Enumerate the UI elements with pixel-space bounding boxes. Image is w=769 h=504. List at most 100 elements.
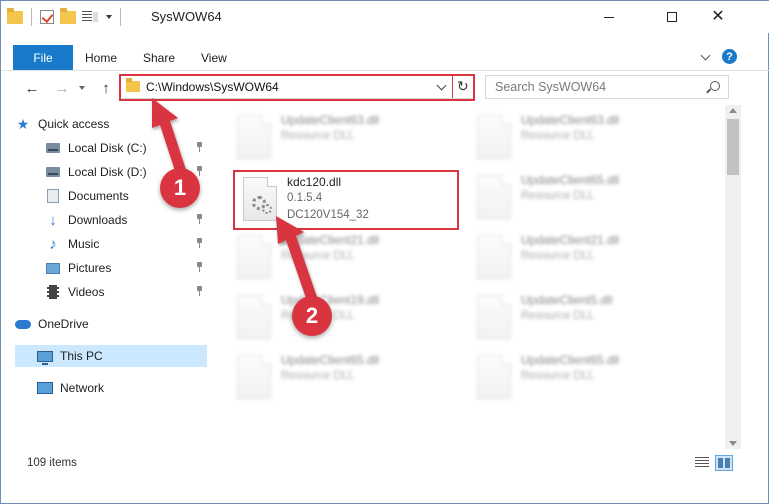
sidebar-item-label: Local Disk (C:) [68, 141, 147, 155]
music-icon: ♪ [49, 235, 57, 253]
scroll-down-arrow-icon[interactable] [729, 441, 737, 446]
properties-checkmark-icon[interactable] [40, 10, 54, 24]
list-item[interactable]: UpdateClient65.dll Resource DLL [469, 169, 689, 229]
item-count: 109 items [27, 457, 77, 469]
file-description: Resource DLL [281, 370, 355, 382]
maximize-button[interactable] [649, 1, 695, 33]
sidebar-item-label: Music [68, 237, 100, 251]
file-description: Resource DLL [281, 130, 355, 142]
sidebar-item-label: Quick access [38, 117, 110, 131]
file-description: Resource DLL [521, 250, 595, 262]
list-item[interactable]: UpdateClient5.dll Resource DLL [469, 289, 689, 349]
expand-ribbon-chevron-icon[interactable] [701, 51, 711, 61]
videos-icon [47, 285, 59, 299]
back-arrow-icon[interactable]: ← [23, 79, 41, 97]
search-input[interactable]: Search SysWOW64 [485, 75, 729, 99]
tab-home[interactable]: Home [85, 45, 117, 70]
list-item[interactable]: UpdateClient65.dll Resource DLL [469, 349, 689, 409]
vertical-scrollbar[interactable] [725, 105, 741, 449]
file-name: UpdateClient21.dll [521, 233, 620, 247]
search-icon[interactable] [710, 81, 720, 91]
list-item[interactable]: UpdateClient21.dll Resource DLL [469, 229, 689, 289]
file-highlight-box [233, 170, 459, 230]
recent-locations-chevron-icon[interactable] [77, 79, 87, 97]
file-name: UpdateClient63.dll [521, 113, 620, 127]
toolbar-divider [120, 8, 121, 26]
scroll-thumb[interactable] [727, 119, 739, 175]
list-item[interactable]: UpdateClient19.dll Resource DLL [229, 289, 449, 349]
sidebar-item-quick-access[interactable]: ★ Quick access [15, 113, 207, 135]
list-item[interactable]: UpdateClient65.dll Resource DLL [229, 349, 449, 409]
customize-toolbar-caret-icon[interactable] [106, 15, 112, 19]
sidebar-item-label: This PC [60, 349, 103, 363]
explorer-window: SysWOW64 ✕ File Home Share View ? ← → ↑ … [0, 0, 769, 504]
tab-view[interactable]: View [201, 45, 227, 70]
file-description: Resource DLL [281, 250, 355, 262]
list-item[interactable]: UpdateClient63.dll Resource DLL [229, 109, 449, 169]
sidebar-item-this-pc[interactable]: This PC [15, 345, 207, 367]
new-folder-icon[interactable] [60, 7, 76, 24]
sidebar-item-network[interactable]: Network [15, 377, 207, 399]
disk-icon [46, 143, 60, 153]
documents-icon [47, 189, 59, 203]
pin-icon[interactable] [196, 166, 203, 176]
ribbon-tabs: File Home Share View ? [1, 45, 769, 71]
close-button[interactable]: ✕ [695, 1, 741, 33]
sidebar-item-music[interactable]: ♪ Music [15, 233, 207, 255]
sidebar-item-pictures[interactable]: Pictures [15, 257, 207, 279]
file-description: Resource DLL [521, 190, 595, 202]
list-item[interactable]: UpdateClient21.dll Resource DLL [229, 229, 449, 289]
file-name: UpdateClient65.dll [281, 353, 380, 367]
large-icons-view-icon[interactable] [715, 455, 733, 471]
file-list: UpdateClient63.dll Resource DLL UpdateCl… [213, 105, 723, 449]
file-name: UpdateClient21.dll [281, 233, 380, 247]
dll-file-icon [237, 115, 271, 159]
dll-file-icon [477, 235, 511, 279]
tab-file[interactable]: File [13, 45, 73, 70]
pin-icon[interactable] [196, 214, 203, 224]
properties-icon[interactable] [82, 10, 98, 24]
window-title: SysWOW64 [151, 9, 222, 24]
pictures-icon [46, 262, 60, 274]
sidebar-item-label: Local Disk (D:) [68, 165, 147, 179]
forward-arrow-icon[interactable]: → [53, 79, 71, 97]
sidebar-item-label: Network [60, 381, 105, 395]
step-1-badge: 1 [160, 168, 200, 208]
pin-icon[interactable] [196, 142, 203, 152]
network-icon [37, 382, 53, 394]
navigation-pane: ★ Quick access Local Disk (C:) Local Dis… [1, 109, 211, 453]
sidebar-item-label: Documents [68, 189, 129, 203]
minimize-icon [604, 16, 614, 18]
sidebar-item-local-disk-c[interactable]: Local Disk (C:) [15, 137, 207, 159]
maximize-icon [667, 12, 677, 22]
quick-access-toolbar [7, 7, 123, 27]
close-icon: ✕ [711, 8, 725, 25]
file-name: UpdateClient65.dll [521, 353, 620, 367]
details-view-icon[interactable] [695, 457, 709, 469]
star-icon: ★ [16, 115, 30, 132]
pin-icon[interactable] [196, 286, 203, 296]
sidebar-item-downloads[interactable]: ↓ Downloads [15, 209, 207, 231]
toolbar-divider [31, 8, 32, 26]
folder-icon [7, 7, 23, 24]
file-description: Resource DLL [521, 130, 595, 142]
dll-file-icon [237, 295, 271, 339]
dll-file-icon [237, 355, 271, 399]
scroll-up-arrow-icon[interactable] [729, 108, 737, 113]
title-bar: SysWOW64 ✕ [1, 1, 769, 33]
dll-file-icon [477, 355, 511, 399]
help-icon[interactable]: ? [722, 49, 737, 64]
tab-share[interactable]: Share [143, 45, 175, 70]
pin-icon[interactable] [196, 238, 203, 248]
file-name: UpdateClient63.dll [281, 113, 380, 127]
sidebar-item-videos[interactable]: Videos [15, 281, 207, 303]
list-item[interactable]: UpdateClient63.dll Resource DLL [469, 109, 689, 169]
computer-icon [37, 350, 53, 365]
status-bar: 109 items [1, 453, 769, 473]
minimize-button[interactable] [586, 1, 632, 33]
sidebar-item-onedrive[interactable]: OneDrive [15, 313, 207, 335]
up-arrow-icon[interactable]: ↑ [97, 79, 115, 97]
search-placeholder: Search SysWOW64 [495, 80, 607, 94]
dll-file-icon [477, 175, 511, 219]
pin-icon[interactable] [196, 262, 203, 272]
